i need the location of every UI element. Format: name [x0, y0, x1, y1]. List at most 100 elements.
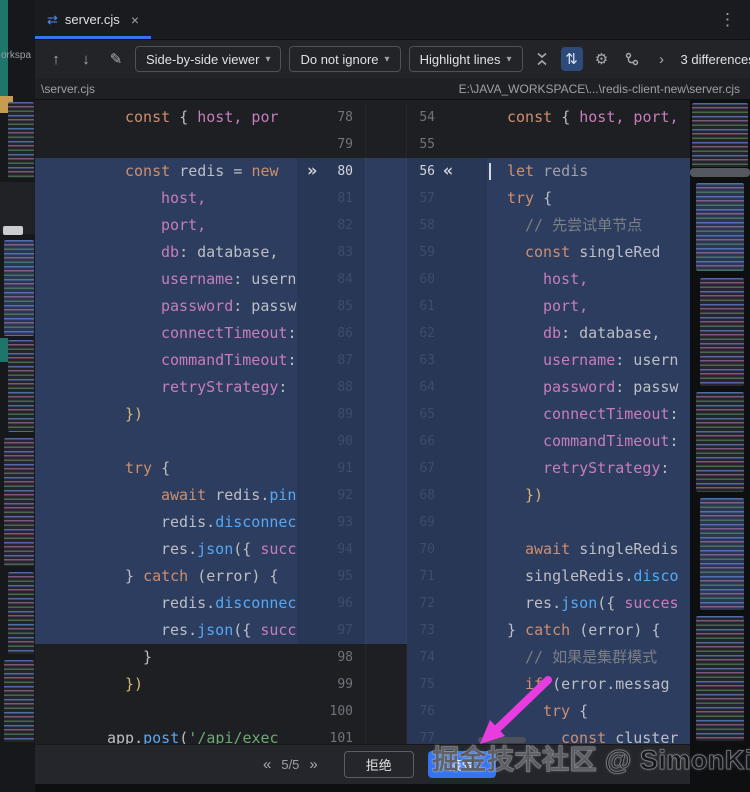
- code-row: } 98 74 // 如果是集群模式: [35, 644, 690, 671]
- code-line-left: port,: [35, 212, 297, 239]
- chevron-down-icon: ▾: [506, 53, 512, 65]
- diff-navigation: « 5/5 »: [263, 756, 318, 773]
- code-line-left: host,: [35, 185, 297, 212]
- diff-toolbar: ↑ ↓ ✎ Side-by-side viewer ▾ Do not ignor…: [35, 40, 750, 78]
- gutter-right: 66: [407, 428, 487, 455]
- apply-change-chevron-icon[interactable]: »: [307, 158, 317, 185]
- kebab-menu-icon[interactable]: ⋮: [719, 10, 736, 30]
- tool-window-stripe: [0, 338, 8, 362]
- gutter-left: 88: [297, 374, 365, 401]
- line-number: 55: [419, 137, 435, 152]
- line-number: 94: [337, 542, 353, 557]
- code-token: redis: [543, 162, 589, 180]
- line-number: 81: [337, 191, 353, 206]
- line-number: 86: [337, 326, 353, 341]
- code-token: succ: [260, 621, 297, 639]
- gutter-right: 58: [407, 212, 487, 239]
- diff-splitter: [365, 158, 407, 185]
- diff-splitter: [365, 644, 407, 671]
- code-token: : usern: [233, 270, 297, 288]
- line-number: 67: [419, 461, 435, 476]
- tab-server-cjs[interactable]: ⇄ server.cjs ×: [35, 0, 151, 39]
- code-line-left: [35, 428, 297, 455]
- differences-count-label: 3 differences: [680, 51, 750, 67]
- diff-splitter: [365, 104, 407, 131]
- code-row: commandTimeout: 87 63 username: usern: [35, 347, 690, 374]
- viewer-mode-label: Side-by-side viewer: [146, 51, 260, 67]
- code-line-left: [35, 698, 297, 725]
- expand-chevron-icon[interactable]: ›: [651, 47, 673, 71]
- code-line-right: } catch (error) {: [487, 617, 690, 644]
- code-line-left: connectTimeout:: [35, 320, 297, 347]
- code-row: db: database, 83 59 const singleRed: [35, 239, 690, 266]
- line-number: 57: [419, 191, 435, 206]
- code-line-left: res.json({ succ: [35, 617, 297, 644]
- code-row: }) 99 75 if (error.messag: [35, 671, 690, 698]
- code-token: :: [278, 378, 288, 396]
- gutter-right: 63: [407, 347, 487, 374]
- gutter-right: 56 «: [407, 158, 487, 185]
- previous-change-chevron-icon[interactable]: «: [263, 756, 271, 773]
- code-token: singleRedis.: [525, 567, 634, 585]
- line-number: 85: [337, 299, 353, 314]
- line-number: 88: [337, 380, 353, 395]
- gutter-right: 73: [407, 617, 487, 644]
- background-ide-left-strip: orkspa: [0, 0, 35, 792]
- code-token: ({: [233, 621, 261, 639]
- code-token: host, port,: [579, 108, 679, 126]
- compare-branches-icon[interactable]: [621, 47, 643, 71]
- line-number: 72: [419, 596, 435, 611]
- next-change-chevron-icon[interactable]: »: [309, 756, 317, 773]
- line-number: 98: [337, 650, 353, 665]
- code-token: res.: [525, 594, 562, 612]
- gutter-left: 81: [297, 185, 365, 212]
- code-token: catch: [525, 621, 580, 639]
- code-token: redis.: [161, 513, 216, 531]
- code-token: try: [125, 459, 162, 477]
- code-token: (: [179, 729, 189, 744]
- next-difference-icon[interactable]: ↓: [75, 47, 97, 71]
- gutter-left: 89: [297, 401, 365, 428]
- left-file-path: \server.cjs: [41, 81, 96, 96]
- previous-difference-icon[interactable]: ↑: [45, 47, 67, 71]
- code-line-left: }): [35, 401, 297, 428]
- code-token: : passw: [615, 378, 679, 396]
- code-token: connectTimeout: [543, 405, 670, 423]
- viewer-mode-dropdown[interactable]: Side-by-side viewer ▾: [135, 46, 282, 72]
- code-token: username: [161, 270, 234, 288]
- reject-button[interactable]: 拒绝: [343, 751, 414, 778]
- code-line-left: [35, 131, 297, 158]
- code-token: :: [669, 405, 679, 423]
- gutter-right: 70: [407, 536, 487, 563]
- code-line-left: const redis = new: [35, 158, 297, 185]
- sync-scrolling-icon[interactable]: ⇅: [560, 47, 583, 71]
- chevron-down-icon: ▾: [384, 53, 390, 65]
- diff-splitter: [365, 347, 407, 374]
- diff-splitter: [365, 536, 407, 563]
- diff-splitter: [365, 698, 407, 725]
- gutter-right: 54: [407, 104, 487, 131]
- apply-change-chevron-icon[interactable]: «: [443, 158, 453, 185]
- line-number: 70: [419, 542, 435, 557]
- code-row: await redis.pin 92 68}): [35, 482, 690, 509]
- code-token: app.: [107, 729, 144, 744]
- tab-title: server.cjs: [64, 12, 120, 27]
- highlight-mode-dropdown[interactable]: Highlight lines ▾: [408, 46, 523, 72]
- gutter-left: 84: [297, 266, 365, 293]
- code-line-left: commandTimeout:: [35, 347, 297, 374]
- gutter-left: 93: [297, 509, 365, 536]
- line-number: 99: [337, 677, 353, 692]
- tab-close-icon[interactable]: ×: [131, 12, 139, 28]
- code-token: : passw: [233, 297, 297, 315]
- gutter-right: 59: [407, 239, 487, 266]
- settings-gear-icon[interactable]: ⚙: [591, 47, 613, 71]
- collapse-unchanged-icon[interactable]: [531, 47, 553, 71]
- line-number: 84: [337, 272, 353, 287]
- whitespace-ignore-dropdown[interactable]: Do not ignore ▾: [289, 46, 401, 72]
- diff-splitter: [365, 509, 407, 536]
- code-token: singleRedis: [579, 540, 679, 558]
- line-number: 62: [419, 326, 435, 341]
- edit-pencil-icon[interactable]: ✎: [105, 47, 127, 71]
- code-token: host, por: [197, 108, 279, 126]
- code-line-left: await redis.pin: [35, 482, 297, 509]
